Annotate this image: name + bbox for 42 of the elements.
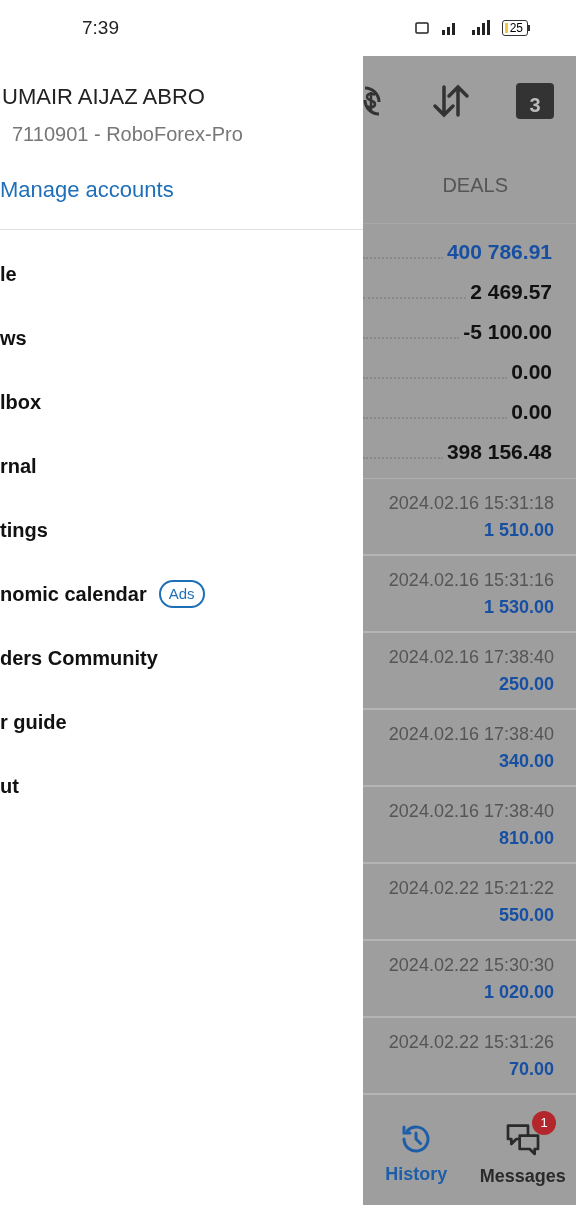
drawer-menu-item[interactable]: ders Community: [0, 643, 158, 673]
deal-time: 2024.02.22 15:31:26: [388, 1030, 554, 1054]
manage-accounts-link[interactable]: Manage accounts: [0, 173, 174, 206]
account-number: 7110901 - RoboForex-Pro: [11, 122, 244, 147]
deal-amount: 1 510.00: [483, 518, 554, 542]
deal-time: 2024.02.16 17:38:40: [388, 722, 554, 746]
calendar-icon[interactable]: 3: [516, 83, 554, 119]
summary-value: 400 786.91: [446, 239, 552, 266]
deal-amount: 550.00: [498, 903, 554, 927]
drawer-menu-item[interactable]: nomic calendar: [0, 579, 147, 609]
deal-time: 2024.02.22 15:21:22: [388, 876, 554, 900]
drawer-menu-item[interactable]: ut: [0, 771, 19, 801]
drawer-menu-item[interactable]: le: [0, 259, 17, 289]
drawer-menu-item[interactable]: tings: [0, 515, 48, 545]
column-header: DEALS: [442, 172, 508, 198]
deal-amount: 1 530.00: [483, 595, 554, 619]
bottom-nav-tab[interactable]: Messages 1: [469, 1110, 576, 1190]
deal-time: 2024.02.16 15:31:18: [388, 491, 554, 515]
drawer-menu-item[interactable]: rnal: [0, 451, 37, 481]
deal-amount: 810.00: [498, 826, 554, 850]
battery-indicator: 25: [501, 20, 530, 36]
sort-icon[interactable]: [431, 84, 470, 118]
summary-value: 2 469.57: [470, 279, 552, 306]
deal-amount: 1 020.00: [483, 980, 554, 1004]
deal-time: 2024.02.22 15:30:30: [388, 953, 554, 977]
drawer-menu-item[interactable]: r guide: [0, 707, 67, 737]
deal-time: 2024.02.16 17:38:40: [388, 799, 554, 823]
summary-value: 398 156.48: [446, 439, 552, 466]
deal-amount: 340.00: [498, 749, 554, 773]
ads-tag: Ads: [158, 580, 205, 608]
deal-time: 2024.02.16 17:38:40: [388, 645, 554, 669]
clock: 7:39: [82, 15, 119, 40]
account-name: UMAIR AIJAZ ABRO: [1, 83, 206, 111]
deal-time: 2024.02.16 15:31:16: [388, 568, 554, 592]
deal-amount: 70.00: [508, 1057, 554, 1081]
notification-badge: 1: [532, 1110, 556, 1135]
drawer-menu-item[interactable]: ws: [0, 323, 27, 353]
deal-amount: 250.00: [498, 672, 554, 696]
drawer-menu-item[interactable]: lbox: [0, 387, 42, 417]
summary-value: -5 100.00: [463, 319, 552, 346]
summary-value: 0.00: [511, 399, 552, 426]
summary-value: 0.00: [511, 359, 552, 386]
